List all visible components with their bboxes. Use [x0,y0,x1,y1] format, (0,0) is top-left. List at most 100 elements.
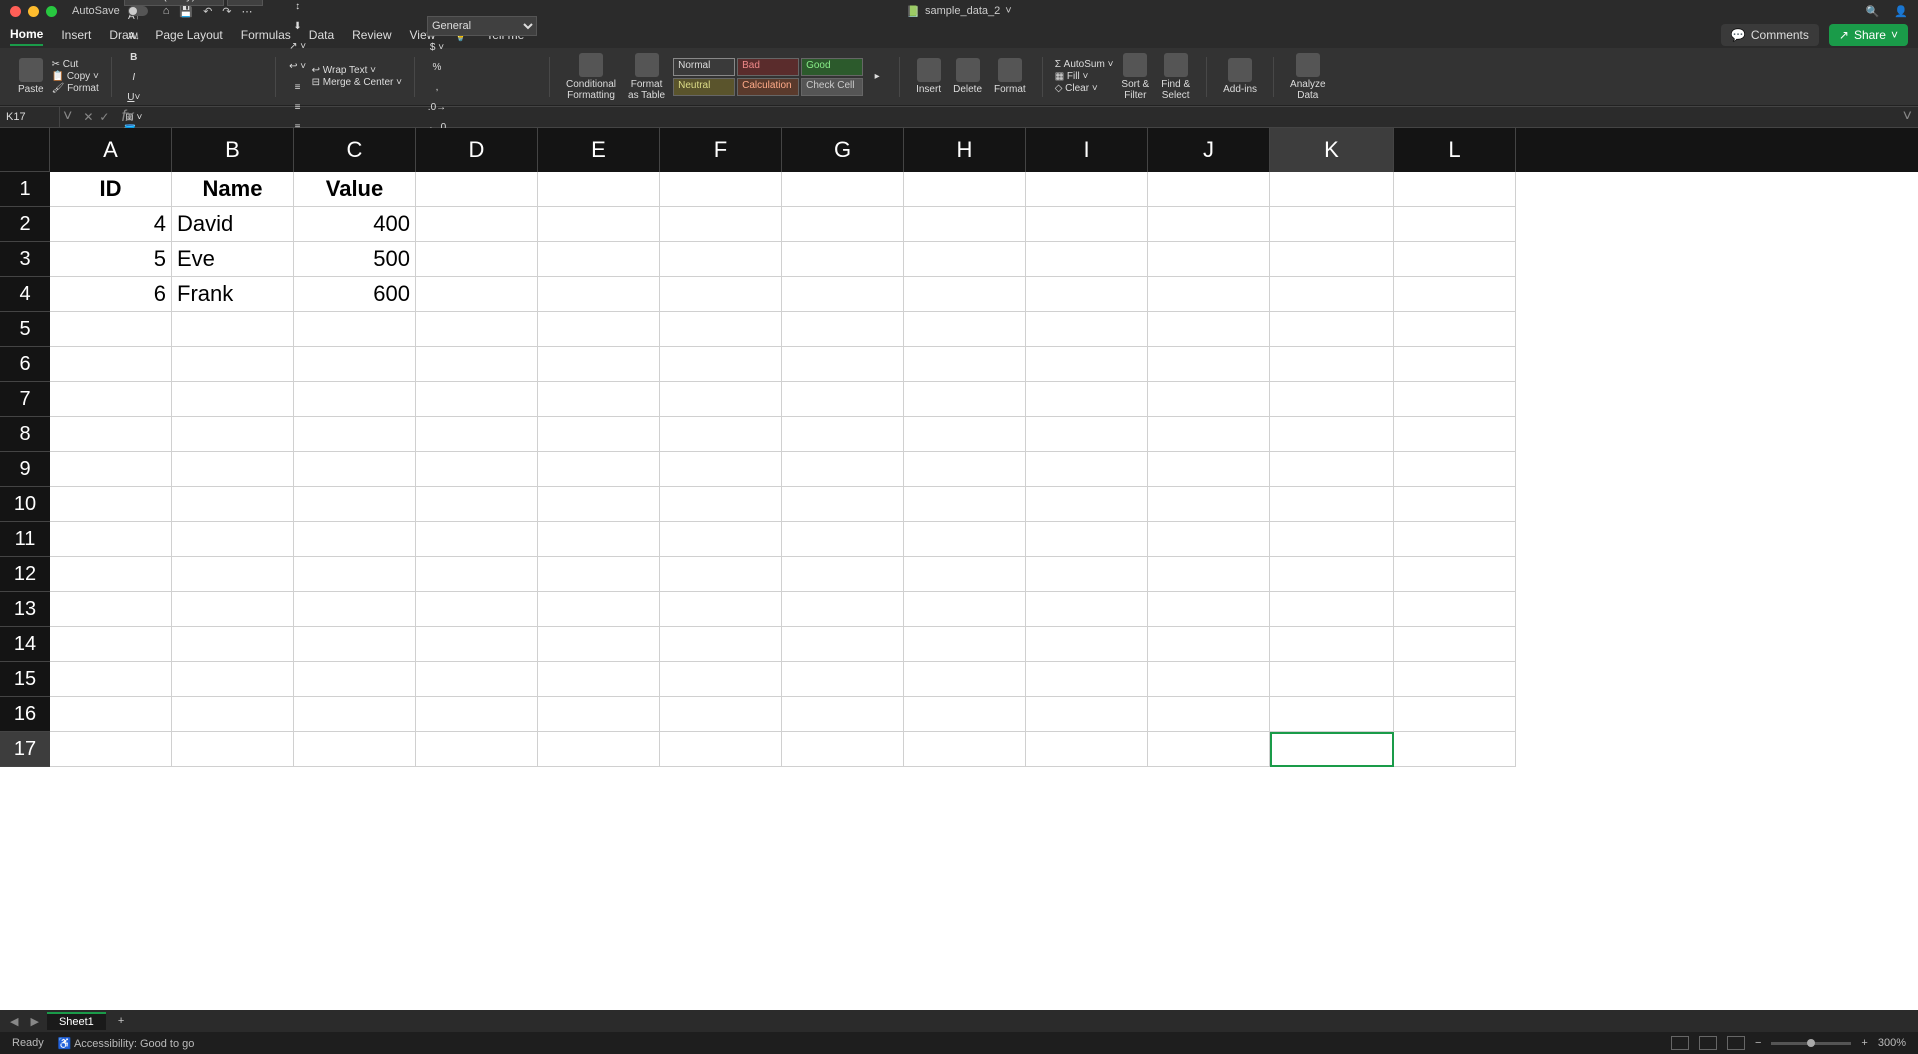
cell-I9[interactable] [1026,452,1148,487]
cell-K9[interactable] [1270,452,1394,487]
cell-C2[interactable]: 400 [294,207,416,242]
cell-F14[interactable] [660,627,782,662]
cell-J7[interactable] [1148,382,1270,417]
cell-B3[interactable]: Eve [172,242,294,277]
cell-I12[interactable] [1026,557,1148,592]
namebox-dropdown-icon[interactable]: ˅ [60,108,75,126]
column-header-I[interactable]: I [1026,128,1148,172]
column-header-G[interactable]: G [782,128,904,172]
title-chevron-icon[interactable]: ˅ [1005,5,1011,17]
column-header-D[interactable]: D [416,128,538,172]
cell-E15[interactable] [538,662,660,697]
cell-K16[interactable] [1270,697,1394,732]
cell-A15[interactable] [50,662,172,697]
cell-B8[interactable] [172,417,294,452]
cell-H15[interactable] [904,662,1026,697]
cell-L11[interactable] [1394,522,1516,557]
cell-H13[interactable] [904,592,1026,627]
format-painter-button[interactable]: 🖌 Format [52,83,99,94]
cell-D5[interactable] [416,312,538,347]
cell-I1[interactable] [1026,172,1148,207]
cell-H16[interactable] [904,697,1026,732]
cell-B13[interactable] [172,592,294,627]
cell-K8[interactable] [1270,417,1394,452]
cell-A1[interactable]: ID [50,172,172,207]
maximize-window-button[interactable] [46,6,57,17]
cell-G14[interactable] [782,627,904,662]
cell-K7[interactable] [1270,382,1394,417]
cell-D15[interactable] [416,662,538,697]
row-header-4[interactable]: 4 [0,277,50,312]
cell-I11[interactable] [1026,522,1148,557]
cell-F9[interactable] [660,452,782,487]
cell-K17[interactable] [1270,732,1394,767]
cell-G2[interactable] [782,207,904,242]
cell-A12[interactable] [50,557,172,592]
cell-E2[interactable] [538,207,660,242]
cell-F6[interactable] [660,347,782,382]
cell-D8[interactable] [416,417,538,452]
cell-J3[interactable] [1148,242,1270,277]
cell-F10[interactable] [660,487,782,522]
cell-K10[interactable] [1270,487,1394,522]
cell-F17[interactable] [660,732,782,767]
cell-D2[interactable] [416,207,538,242]
cell-D7[interactable] [416,382,538,417]
cell-B7[interactable] [172,382,294,417]
cell-A5[interactable] [50,312,172,347]
wrap-text-label-button[interactable]: ↩ Wrap Text ˅ [312,65,402,76]
cell-J6[interactable] [1148,347,1270,382]
comma-button[interactable]: , [427,77,447,97]
column-header-C[interactable]: C [294,128,416,172]
cell-F12[interactable] [660,557,782,592]
style-good[interactable]: Good [801,58,863,76]
share-button[interactable]: ↗ Share ˅ [1829,24,1908,46]
cell-E4[interactable] [538,277,660,312]
cell-G4[interactable] [782,277,904,312]
cell-E3[interactable] [538,242,660,277]
cell-L4[interactable] [1394,277,1516,312]
cell-K12[interactable] [1270,557,1394,592]
percent-button[interactable]: % [427,57,447,77]
cell-E7[interactable] [538,382,660,417]
cell-I7[interactable] [1026,382,1148,417]
cell-C9[interactable] [294,452,416,487]
cell-A6[interactable] [50,347,172,382]
cell-J4[interactable] [1148,277,1270,312]
search-icon[interactable]: 🔍 [1866,5,1880,18]
cell-F16[interactable] [660,697,782,732]
column-header-E[interactable]: E [538,128,660,172]
cell-F7[interactable] [660,382,782,417]
cell-F1[interactable] [660,172,782,207]
tab-review[interactable]: Review [352,25,391,45]
cell-B10[interactable] [172,487,294,522]
cell-H7[interactable] [904,382,1026,417]
format-as-table-button[interactable]: Format as Table [624,53,669,101]
cell-H5[interactable] [904,312,1026,347]
row-header-13[interactable]: 13 [0,592,50,627]
cell-L17[interactable] [1394,732,1516,767]
cell-D17[interactable] [416,732,538,767]
zoom-slider[interactable] [1771,1042,1851,1045]
copy-button[interactable]: 📋 Copy ˅ [52,71,99,82]
cell-L1[interactable] [1394,172,1516,207]
cell-C10[interactable] [294,487,416,522]
cell-L9[interactable] [1394,452,1516,487]
underline-button[interactable]: U ˅ [124,87,144,107]
cell-J17[interactable] [1148,732,1270,767]
cell-J1[interactable] [1148,172,1270,207]
cell-F15[interactable] [660,662,782,697]
cell-K14[interactable] [1270,627,1394,662]
cell-A17[interactable] [50,732,172,767]
enter-formula-icon[interactable]: ✓ [99,110,109,124]
bold-button[interactable]: B [124,47,144,67]
cell-K4[interactable] [1270,277,1394,312]
cell-I15[interactable] [1026,662,1148,697]
style-normal[interactable]: Normal [673,58,735,76]
cell-D3[interactable] [416,242,538,277]
expand-formula-icon[interactable]: ˅ [1897,108,1918,126]
name-box[interactable] [0,107,60,127]
tab-insert[interactable]: Insert [61,25,91,45]
cell-H1[interactable] [904,172,1026,207]
cell-H11[interactable] [904,522,1026,557]
